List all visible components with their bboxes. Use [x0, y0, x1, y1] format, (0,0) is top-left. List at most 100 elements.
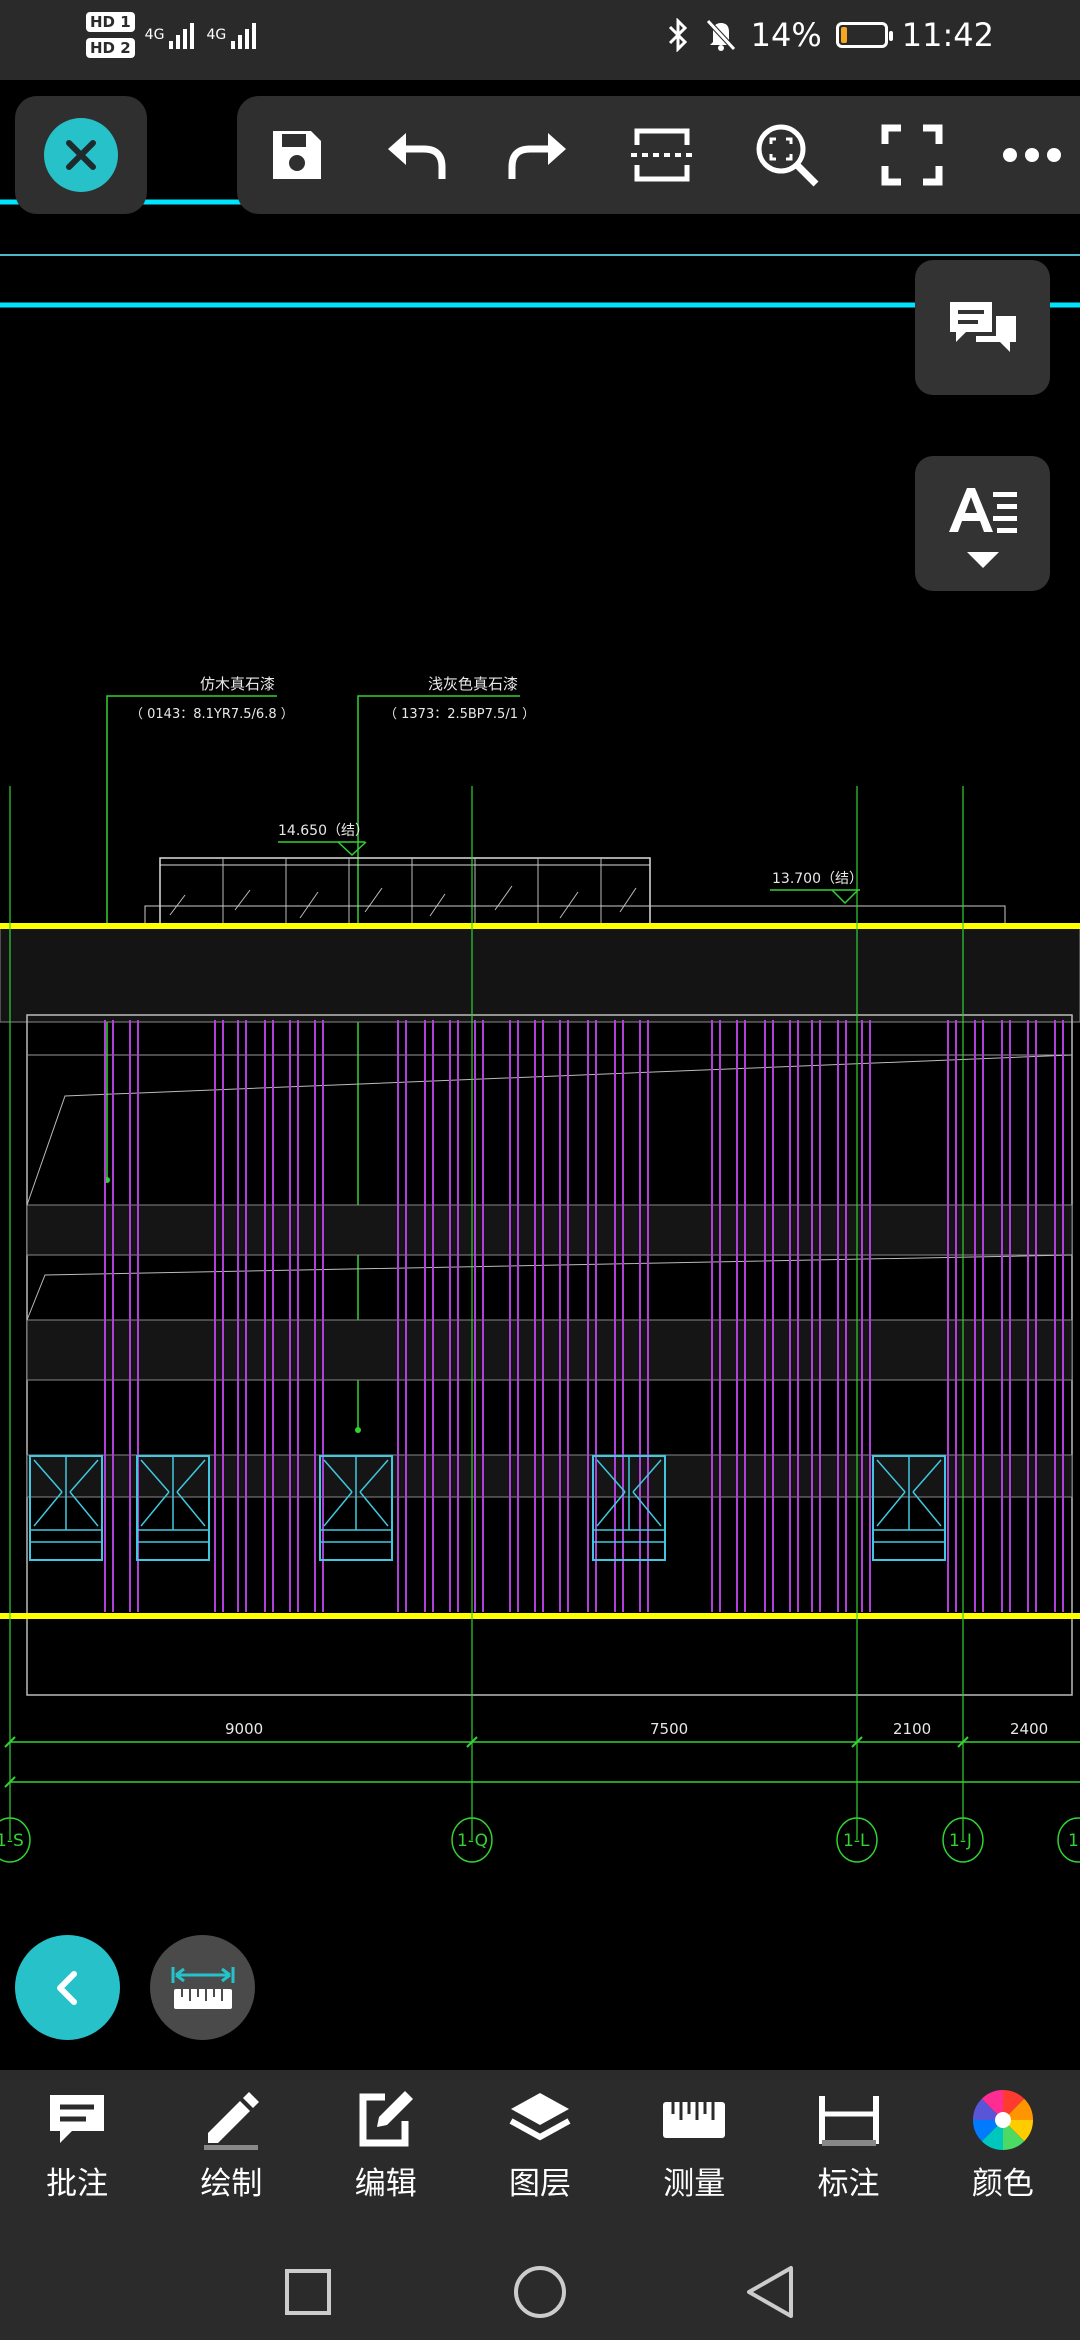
note1-title: 仿木真石漆	[200, 675, 275, 693]
zoom-extents-icon	[756, 124, 819, 187]
elev-top-label: 14.650（结）	[278, 823, 369, 839]
close-icon	[66, 140, 96, 170]
more-button[interactable]	[997, 120, 1067, 190]
more-icon	[1003, 148, 1061, 162]
note2-title: 浅灰色真石漆	[428, 675, 518, 693]
column	[559, 1020, 569, 1612]
sim1-badge: HD 1	[86, 12, 135, 32]
axis-label-1: 1	[1068, 1831, 1079, 1851]
tool-measure[interactable]: 测量	[617, 2070, 771, 2240]
dim-7500: 7500	[650, 1720, 688, 1738]
redo-button[interactable]	[502, 120, 572, 190]
back-button[interactable]	[740, 2262, 800, 2322]
dim-9000: 9000	[225, 1720, 263, 1738]
tool-label: 绘制	[200, 2166, 263, 2202]
column	[711, 1020, 721, 1612]
sim2-signal: 4G	[206, 21, 258, 49]
note1-code: （ 0143：8.1YR7.5/6.8 ）	[130, 707, 294, 722]
column	[947, 1020, 957, 1612]
column	[474, 1020, 484, 1612]
column	[639, 1020, 649, 1612]
tool-label: 图层	[508, 2166, 571, 2202]
tool-edit[interactable]: 编辑	[309, 2070, 463, 2240]
clock: 11:42	[901, 16, 994, 54]
column	[837, 1020, 847, 1612]
axis-label-1s: 1-S	[0, 1831, 24, 1851]
dim-2100: 2100	[893, 1720, 931, 1738]
column	[534, 1020, 544, 1612]
dimension-icon	[818, 2096, 879, 2146]
column	[104, 1020, 114, 1612]
mute-icon	[705, 19, 736, 51]
column	[1001, 1020, 1011, 1612]
sim1-network-label: 4G	[144, 27, 165, 43]
facade	[26, 1014, 1073, 1696]
bluetooth-icon	[668, 18, 687, 52]
sim1-signal: 4G	[145, 21, 197, 49]
column	[861, 1020, 871, 1612]
back-fab[interactable]	[15, 1935, 120, 2040]
note-leader-2: 浅灰色真石漆 （ 1373：2.5BP7.5/1 ）	[104, 675, 535, 1433]
status-bar: HD 1 HD 2 4G 4G 14% 11:42	[0, 0, 1080, 80]
tool-color[interactable]: 颜色	[926, 2070, 1080, 2240]
column	[289, 1020, 299, 1612]
signal-icon	[231, 23, 257, 49]
parapet	[144, 857, 1006, 927]
status-right: 14% 11:42	[665, 16, 994, 54]
comments-button[interactable]	[915, 260, 1050, 395]
battery-percent: 14%	[750, 16, 822, 54]
crop-button[interactable]	[627, 120, 697, 190]
top-toolbar	[237, 96, 1080, 214]
system-nav-bar	[0, 2240, 1080, 2340]
chat-icon	[949, 301, 1016, 352]
undo-button[interactable]	[382, 120, 452, 190]
column	[764, 1020, 774, 1612]
battery-fill	[840, 27, 847, 43]
edit-icon	[359, 2091, 413, 2147]
magenta-columns	[104, 1020, 1064, 1612]
save-button[interactable]	[262, 120, 332, 190]
roof-band	[0, 925, 1080, 1023]
dim-2400: 2400	[1010, 1720, 1048, 1738]
tool-comment[interactable]: 批注	[0, 2070, 154, 2240]
note2-code: （ 1373：2.5BP7.5/1 ）	[384, 707, 535, 722]
tool-label: 批注	[46, 2166, 109, 2202]
distance-ruler-icon	[171, 1966, 234, 2009]
measure-fab[interactable]	[150, 1935, 255, 2040]
column	[736, 1020, 746, 1612]
column	[509, 1020, 519, 1612]
home-button[interactable]	[510, 2262, 570, 2322]
zoom-extents-button[interactable]	[752, 120, 822, 190]
fullscreen-button[interactable]	[877, 120, 947, 190]
undo-icon	[388, 133, 446, 179]
tool-draw[interactable]: 绘制	[154, 2070, 308, 2240]
tool-dimension[interactable]: 标注	[771, 2070, 925, 2240]
crop-icon	[631, 128, 693, 182]
column	[449, 1020, 459, 1612]
column	[237, 1020, 247, 1612]
close-button[interactable]	[44, 118, 118, 192]
sim2-network-label: 4G	[206, 27, 227, 43]
tool-layers[interactable]: 图层	[463, 2070, 617, 2240]
text-style-button[interactable]	[915, 456, 1050, 591]
back-icon	[747, 2266, 793, 2318]
elevation-mark-roof: 13.700（结）	[770, 871, 863, 905]
recents-button[interactable]	[278, 2262, 338, 2322]
column	[614, 1020, 624, 1612]
sim2-badge: HD 2	[86, 38, 135, 58]
bottom-toolbar: 批注 绘制 编辑 图层 测量 标注 颜色	[0, 2070, 1080, 2240]
chevron-left-icon	[56, 1970, 77, 2005]
column	[789, 1020, 799, 1612]
tool-label: 标注	[817, 2166, 880, 2202]
text-format-icon	[948, 487, 1017, 568]
tool-label: 测量	[663, 2166, 726, 2202]
color-wheel-icon	[972, 2090, 1033, 2150]
column	[214, 1020, 224, 1612]
axis-label-1q: 1-Q	[457, 1831, 488, 1851]
ruler-icon	[663, 2102, 726, 2138]
column	[264, 1020, 274, 1612]
axis-label-1j: 1-J	[949, 1831, 972, 1851]
signal-group: HD 1 HD 2 4G 4G	[86, 12, 258, 58]
column	[1027, 1020, 1037, 1612]
layers-icon	[509, 2093, 571, 2141]
